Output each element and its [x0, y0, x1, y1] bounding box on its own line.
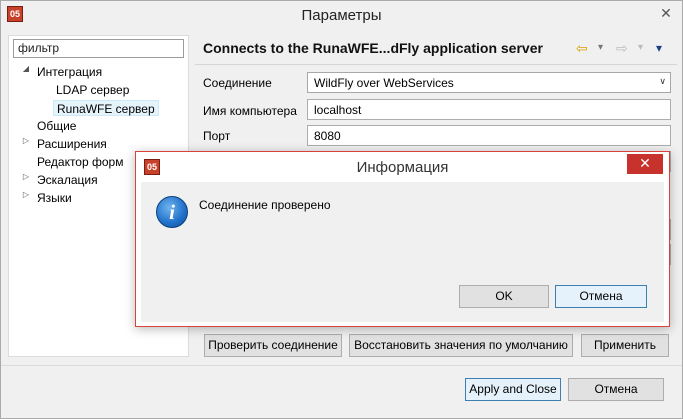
tree-item-form-editor[interactable]: Редактор форм — [37, 154, 123, 170]
title-divider — [195, 64, 677, 65]
host-input[interactable]: localhost — [307, 99, 671, 120]
dialog-close-icon[interactable]: ✕ — [627, 154, 663, 174]
dialog-title-bar: 05 Информация ✕ — [136, 152, 669, 181]
close-icon[interactable]: ✕ — [656, 3, 676, 23]
dialog-cancel-button[interactable]: Отмена — [555, 285, 647, 308]
connection-select[interactable]: WildFly over WebServices ∨ — [307, 72, 671, 93]
host-label: Имя компьютера — [203, 104, 297, 118]
collapsed-arrow-icon[interactable]: ▷ — [21, 172, 31, 188]
collapsed-arrow-icon[interactable]: ▷ — [21, 190, 31, 206]
chevron-down-icon: ∨ — [659, 76, 666, 86]
connection-select-value: WildFly over WebServices — [314, 76, 454, 90]
view-menu-chevron-down-icon[interactable]: ▾ — [656, 39, 662, 57]
cancel-button[interactable]: Отмена — [568, 378, 664, 401]
restore-defaults-button[interactable]: Восстановить значения по умолчанию — [349, 334, 573, 357]
dialog-body: i Соединение проверено OK Отмена — [141, 182, 664, 322]
check-connection-button[interactable]: Проверить соединение — [204, 334, 342, 357]
window-title: Параметры — [301, 7, 382, 24]
expanded-arrow-icon[interactable]: ◢ — [21, 64, 31, 80]
tree-item-ldap-server[interactable]: LDAP сервер — [56, 82, 129, 98]
back-arrow-icon[interactable]: ⇦ — [576, 39, 588, 57]
dialog-message: Соединение проверено — [199, 198, 331, 212]
forward-arrow-icon[interactable]: ⇨ — [616, 39, 628, 57]
information-dialog: 05 Информация ✕ i Соединение проверено O… — [135, 151, 670, 327]
page-title: Connects to the RunaWFE...dFly applicati… — [203, 40, 543, 56]
collapsed-arrow-icon[interactable]: ▷ — [21, 136, 31, 152]
ok-button[interactable]: OK — [459, 285, 549, 308]
port-label: Порт — [203, 129, 231, 143]
dialog-title: Информация — [356, 159, 449, 176]
tree-item-integration[interactable]: Интеграция — [37, 64, 102, 80]
tree-item-extensions[interactable]: Расширения — [37, 136, 107, 152]
title-bar: 05 Параметры ✕ — [1, 1, 682, 29]
navigation-toolbar: ⇦ ▾ ⇨ ▾ ▾ — [576, 39, 676, 57]
filter-input[interactable]: фильтр — [13, 39, 184, 58]
tree-item-escalation[interactable]: Эскалация — [37, 172, 98, 188]
forward-history-chevron-down-icon[interactable]: ▾ — [638, 39, 643, 57]
port-input[interactable]: 8080 — [307, 125, 671, 146]
tree-item-general[interactable]: Общие — [37, 118, 76, 134]
apply-button[interactable]: Применить — [581, 334, 669, 357]
connection-label: Соединение — [203, 76, 272, 90]
apply-and-close-button[interactable]: Apply and Close — [465, 378, 561, 401]
tree-item-languages[interactable]: Языки — [37, 190, 72, 206]
footer-divider — [1, 365, 682, 366]
tree-item-runawfe-server[interactable]: RunaWFE сервер — [53, 100, 159, 116]
info-icon: i — [156, 196, 188, 228]
back-history-chevron-down-icon[interactable]: ▾ — [598, 39, 603, 57]
